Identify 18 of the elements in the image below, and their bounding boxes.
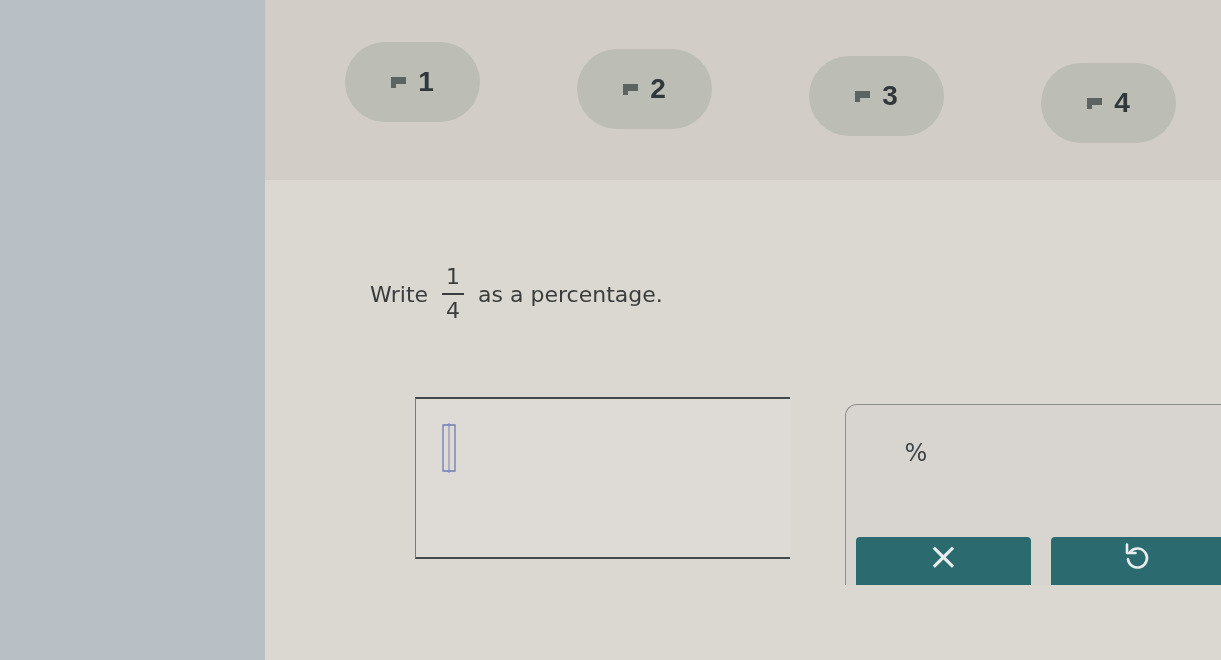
question-tab[interactable]: 1 [345, 42, 480, 122]
prompt-text: Write [370, 280, 429, 309]
percent-key[interactable]: % [886, 427, 946, 480]
fraction-denominator: 4 [446, 297, 461, 324]
flag-icon [391, 76, 407, 88]
undo-button[interactable] [1051, 537, 1221, 586]
question-tab[interactable]: 4 [1041, 63, 1176, 143]
undo-icon [1123, 542, 1150, 571]
answer-box[interactable] [415, 397, 790, 560]
question-tab[interactable]: 2 [577, 49, 712, 129]
flag-icon [1087, 97, 1103, 109]
cursor-icon [441, 421, 457, 476]
flag-icon [623, 83, 639, 95]
prompt-text: as a percentage. [478, 280, 663, 309]
question-tab[interactable]: 3 [809, 56, 944, 136]
fraction-numerator: 1 [442, 265, 465, 296]
clear-button[interactable]: × [856, 537, 1031, 586]
flag-icon [855, 90, 871, 102]
